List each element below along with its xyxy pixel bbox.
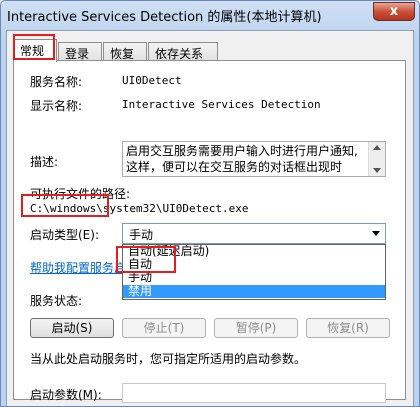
- display-name-value: Interactive Services Detection: [122, 98, 321, 111]
- startup-type-select[interactable]: 手动: [122, 223, 386, 244]
- tab-general[interactable]: 常规: [13, 39, 57, 62]
- title-bar[interactable]: Interactive Services Detection 的属性(本地计算机…: [1, 1, 419, 29]
- start-button[interactable]: 启动(S): [30, 318, 114, 338]
- stop-button[interactable]: 停止(T): [122, 318, 206, 338]
- tab-dependencies[interactable]: 依存关系: [148, 42, 218, 61]
- path-label: 可执行文件的路径:: [30, 187, 131, 201]
- resume-button[interactable]: 恢复(R): [306, 318, 390, 338]
- startup-option-auto-delayed[interactable]: 自动(延迟启动): [123, 245, 385, 258]
- startup-option-manual[interactable]: 手动: [123, 271, 385, 284]
- description-text: 启用交互服务需要用户输入时进行用户通知, 这样，便可以在交互服务的对话框出现时: [126, 143, 367, 175]
- startup-option-auto[interactable]: 自动: [123, 258, 385, 271]
- description-line: 这样，便可以在交互服务的对话框出现时: [126, 160, 343, 174]
- startup-type-value: 手动: [129, 228, 154, 242]
- service-status-label: 服务状态:: [30, 294, 83, 308]
- dialog-body: 常规 登录 恢复 依存关系 服务名称: UI0Detect 显示名称: Inte…: [6, 30, 414, 406]
- window-title: Interactive Services Detection 的属性(本地计算机…: [7, 10, 322, 25]
- description-line: 启用交互服务需要用户输入时进行用户通知,: [126, 144, 358, 158]
- display-name-label: 显示名称:: [30, 99, 83, 113]
- start-params-input[interactable]: [122, 383, 386, 403]
- general-panel: 服务名称: UI0Detect 显示名称: Interactive Servic…: [13, 60, 406, 403]
- close-icon: x: [389, 4, 399, 19]
- properties-window: Interactive Services Detection 的属性(本地计算机…: [0, 0, 420, 407]
- startup-type-dropdown: 自动(延迟启动) 自动 手动 禁用: [122, 244, 386, 300]
- tab-recovery[interactable]: 恢复: [103, 42, 147, 61]
- startup-option-disabled[interactable]: 禁用: [123, 285, 385, 298]
- tab-logon[interactable]: 登录: [58, 42, 102, 61]
- scroll-up-icon[interactable]: [373, 145, 381, 150]
- description-label: 描述:: [30, 155, 59, 169]
- scroll-down-icon[interactable]: [373, 168, 381, 173]
- startup-type-label: 启动类型(E):: [30, 228, 99, 242]
- path-value: C:\windows\system32\UI0Detect.exe: [30, 202, 249, 215]
- pause-button[interactable]: 暂停(P): [214, 318, 298, 338]
- service-name-label: 服务名称:: [30, 75, 83, 89]
- description-box[interactable]: 启用交互服务需要用户输入时进行用户通知, 这样，便可以在交互服务的对话框出现时: [122, 141, 386, 177]
- help-config-link[interactable]: 帮助我配置服务启: [30, 259, 126, 276]
- start-params-label: 启动参数(M):: [30, 388, 102, 402]
- chevron-down-icon[interactable]: [372, 231, 380, 236]
- description-scrollbar[interactable]: [368, 142, 385, 176]
- service-name-value: UI0Detect: [122, 74, 182, 87]
- start-params-hint: 当从此处启动服务时，您可指定所适用的启动参数。: [30, 352, 307, 366]
- close-button[interactable]: x: [373, 2, 415, 21]
